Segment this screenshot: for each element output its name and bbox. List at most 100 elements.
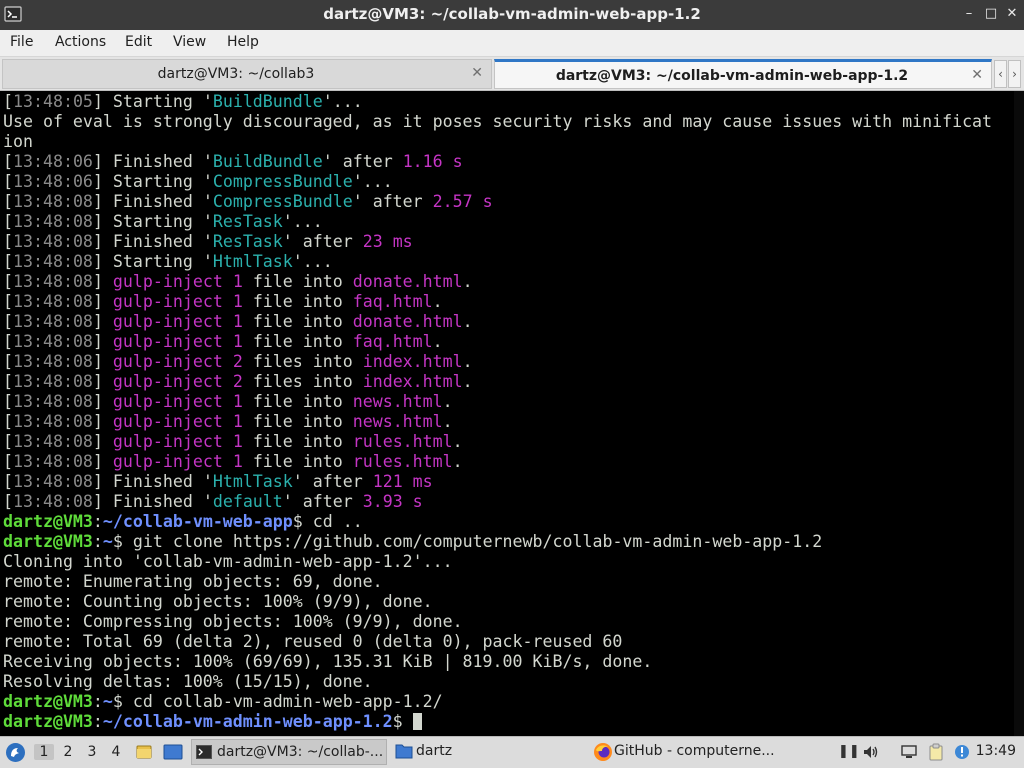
terminal-output[interactable]: [13:48:05] Starting 'BuildBundle'... Use… (0, 91, 1024, 736)
tab-scroll-left-button[interactable]: ‹ (994, 60, 1007, 88)
log-text: Starting ' (102, 212, 213, 231)
log-text: file into (242, 392, 353, 411)
plugin-name: gulp-inject (112, 352, 223, 371)
prompt-path: ~ (102, 692, 113, 711)
prompt-path: ~ (102, 532, 113, 551)
log-line: [13:48:06] Starting 'CompressBundle'... (3, 172, 393, 191)
workspace-4[interactable]: 4 (106, 744, 126, 760)
volume-icon[interactable] (862, 743, 880, 761)
log-text: Finished ' (102, 492, 213, 511)
tab-close-button[interactable]: ✕ (971, 67, 983, 83)
maximize-button[interactable]: □ (984, 7, 998, 21)
file-name: news.html (352, 412, 443, 431)
log-text: files into (242, 372, 363, 391)
taskbar: 1 2 3 4 dartz@VM3: ~/collab-... dartz Gi… (0, 736, 1024, 768)
plugin-name: gulp-inject (112, 312, 223, 331)
prompt-path: ~/collab-vm-admin-web-app-1.2 (102, 712, 393, 731)
task-firefox[interactable]: GitHub - computerne... (589, 739, 785, 765)
plugin-name: gulp-inject (112, 392, 223, 411)
pause-icon[interactable]: ❚❚ (838, 744, 860, 759)
menu-file[interactable]: File (10, 34, 33, 50)
command-text: cd .. (302, 512, 363, 531)
file-count: 1 (232, 272, 243, 291)
plugin-name: gulp-inject (112, 432, 223, 451)
log-timestamp: 13:48:06 (13, 172, 93, 191)
menu-edit[interactable]: Edit (125, 34, 152, 50)
log-line: [13:48:08] gulp-inject 1 file into news.… (3, 392, 453, 411)
output-line: remote: Enumerating objects: 69, done. (3, 572, 383, 591)
task-name: HtmlTask (212, 252, 293, 271)
workspace-3[interactable]: 3 (82, 744, 102, 760)
tab-label: dartz@VM3: ~/collab3 (157, 66, 315, 82)
tab-collab3[interactable]: dartz@VM3: ~/collab3 ✕ (2, 59, 492, 89)
command-text: git clone https://github.com/computernew… (122, 532, 823, 551)
file-count: 1 (232, 332, 243, 351)
tab-scroll-right-button[interactable]: › (1008, 60, 1021, 88)
log-text: file into (242, 292, 353, 311)
prompt-user: dartz@VM3 (3, 692, 93, 711)
file-count: 2 (232, 352, 243, 371)
log-line: ion (3, 132, 33, 151)
update-notifier-icon[interactable] (953, 743, 971, 761)
task-name: default (212, 492, 283, 511)
plugin-name: gulp-inject (112, 272, 223, 291)
file-manager-launcher-icon[interactable] (135, 743, 153, 761)
task-file-manager[interactable]: dartz (391, 739, 581, 765)
prompt-user: dartz@VM3 (3, 532, 93, 551)
tab-close-button[interactable]: ✕ (471, 65, 483, 81)
log-line: Use of eval is strongly discouraged, as … (3, 112, 993, 131)
log-text: Finished ' (102, 232, 213, 251)
file-count: 1 (232, 392, 243, 411)
log-text: '... (292, 252, 333, 271)
minimize-button[interactable]: – (962, 7, 976, 21)
plugin-name: gulp-inject (112, 372, 223, 391)
task-duration: 3.93 s (362, 492, 423, 511)
prompt-user: dartz@VM3 (3, 712, 93, 731)
tab-admin-web-app[interactable]: dartz@VM3: ~/collab-vm-admin-web-app-1.2… (494, 59, 992, 89)
workspace-2[interactable]: 2 (58, 744, 78, 760)
log-timestamp: 13:48:08 (13, 212, 93, 231)
start-menu-icon[interactable] (5, 742, 26, 763)
window-titlebar[interactable]: dartz@VM3: ~/collab-vm-admin-web-app-1.2… (0, 0, 1024, 30)
output-line: remote: Counting objects: 100% (9/9), do… (3, 592, 433, 611)
log-text: ' after (292, 472, 373, 491)
text-cursor (412, 713, 422, 730)
log-text: Finished ' (102, 152, 213, 171)
log-text: . (432, 292, 443, 311)
file-count: 1 (232, 452, 243, 471)
prompt-line: dartz@VM3:~/collab-vm-admin-web-app-1.2$ (3, 712, 422, 731)
log-timestamp: 13:48:08 (13, 492, 93, 511)
log-timestamp: 13:48:05 (13, 92, 93, 111)
close-window-button[interactable]: ✕ (1005, 7, 1019, 21)
workspace-1[interactable]: 1 (34, 744, 54, 760)
log-text: '... (282, 212, 323, 231)
task-label: dartz@VM3: ~/collab-... (217, 744, 384, 760)
log-timestamp: 13:48:08 (13, 352, 93, 371)
task-duration: 121 ms (372, 472, 433, 491)
task-terminal[interactable]: dartz@VM3: ~/collab-... (191, 739, 387, 765)
terminal-scrollbar[interactable] (1014, 91, 1024, 736)
log-timestamp: 13:48:08 (13, 412, 93, 431)
show-desktop-icon[interactable] (163, 743, 183, 761)
network-icon[interactable] (900, 743, 918, 761)
clipboard-icon[interactable] (927, 743, 945, 761)
menu-help[interactable]: Help (227, 34, 259, 50)
tab-bar: dartz@VM3: ~/collab3 ✕ dartz@VM3: ~/coll… (0, 57, 1024, 91)
log-line: [13:48:08] gulp-inject 1 file into faq.h… (3, 332, 443, 351)
log-timestamp: 13:48:08 (13, 312, 93, 331)
prompt-path: ~/collab-vm-web-app (102, 512, 293, 531)
prompt-line: dartz@VM3:~$ cd collab-vm-admin-web-app-… (3, 692, 443, 711)
menu-actions[interactable]: Actions (55, 34, 106, 50)
log-text: Finished ' (102, 472, 213, 491)
prompt-line: dartz@VM3:~/collab-vm-web-app$ cd .. (3, 512, 363, 531)
command-text: cd collab-vm-admin-web-app-1.2/ (122, 692, 443, 711)
prompt-user: dartz@VM3 (3, 512, 93, 531)
menu-view[interactable]: View (173, 34, 206, 50)
log-text: . (462, 272, 473, 291)
file-name: news.html (352, 392, 443, 411)
log-line: [13:48:08] gulp-inject 2 files into inde… (3, 352, 473, 371)
log-text: . (432, 332, 443, 351)
log-line: [13:48:08] Finished 'ResTask' after 23 m… (3, 232, 413, 251)
log-text: . (462, 312, 473, 331)
clock[interactable]: 13:49 (976, 743, 1016, 759)
